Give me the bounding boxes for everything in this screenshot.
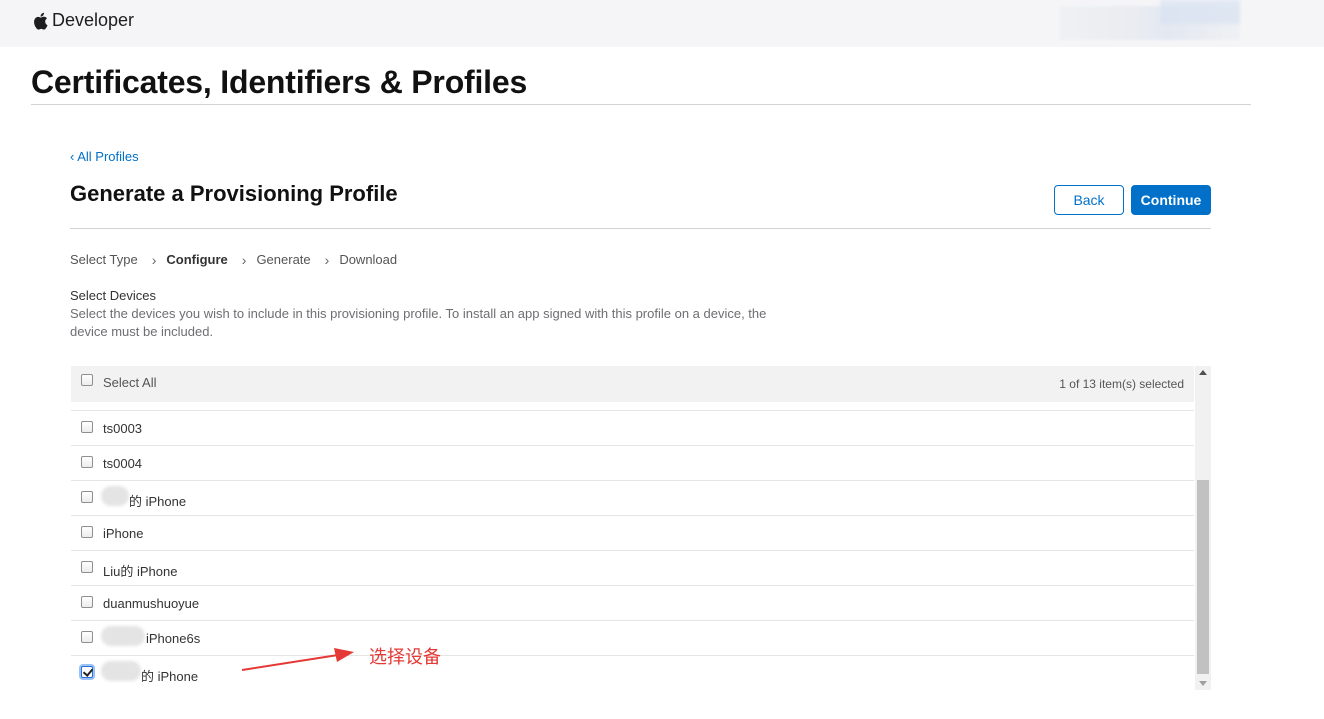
device-list-scrollbar[interactable]: [1195, 366, 1211, 690]
step-select-type: Select Type: [70, 251, 138, 267]
account-avatar[interactable]: [1160, 0, 1240, 24]
section-title: Generate a Provisioning Profile: [70, 181, 398, 206]
annotation-arrow-icon: [241, 648, 354, 671]
scroll-thumb[interactable]: [1197, 480, 1209, 674]
device-checkbox[interactable]: [81, 456, 93, 468]
brand-label: Developer: [52, 10, 135, 30]
device-checkbox[interactable]: [81, 491, 93, 503]
device-list-header: Select All 1 of 13 item(s) selected: [71, 366, 1194, 402]
device-row[interactable]: duanmushuoyue: [71, 586, 1194, 621]
select-all-label[interactable]: Select All: [103, 375, 156, 390]
device-name: ts0003: [103, 421, 143, 436]
global-nav: Developer: [0, 0, 1324, 47]
select-all-checkbox[interactable]: [81, 374, 93, 386]
device-name: ts0004: [103, 456, 143, 471]
back-button[interactable]: Back: [1054, 185, 1124, 215]
device-name: 的 iPhone: [141, 669, 199, 684]
step-configure: Configure: [166, 251, 228, 267]
device-name: iPhone: [103, 526, 144, 541]
device-row[interactable]: 的 iPhone: [71, 481, 1194, 516]
device-row[interactable]: ts0004: [71, 446, 1194, 481]
device-row[interactable]: Liu的 iPhone: [71, 551, 1194, 586]
redacted-text: [101, 626, 145, 646]
scroll-down-arrow-icon[interactable]: [1199, 681, 1207, 686]
device-checkbox-checked[interactable]: [81, 666, 93, 678]
annotation-label: 选择设备: [369, 647, 441, 668]
device-row[interactable]: iPhone: [71, 516, 1194, 551]
continue-button[interactable]: Continue: [1131, 185, 1211, 215]
redacted-text: [101, 486, 129, 506]
devices-heading: Select Devices: [70, 288, 156, 303]
device-checkbox[interactable]: [81, 596, 93, 608]
divider: [70, 228, 1211, 229]
progress-steps: Select Type › Configure › Generate › Dow…: [70, 251, 398, 269]
device-row[interactable]: ts0003: [71, 411, 1194, 446]
device-checkbox[interactable]: [81, 561, 93, 573]
device-name: iPhone6s: [146, 631, 201, 646]
device-checkbox[interactable]: [81, 526, 93, 538]
apple-logo-icon: [34, 12, 48, 30]
page-title: Certificates, Identifiers & Profiles: [31, 64, 528, 100]
device-name: duanmushuoyue: [103, 596, 200, 611]
divider: [31, 104, 1251, 105]
chevron-right-icon: ›: [151, 252, 157, 268]
chevron-right-icon: ›: [241, 252, 247, 268]
developer-brand-link[interactable]: Developer: [32, 10, 134, 31]
step-generate: Generate: [256, 251, 311, 267]
device-checkbox[interactable]: [81, 421, 93, 433]
device-name: 的 iPhone: [129, 494, 187, 509]
device-checkbox[interactable]: [81, 631, 93, 643]
all-profiles-link[interactable]: ‹ All Profiles: [70, 149, 139, 164]
selected-count: 1 of 13 item(s) selected: [1059, 377, 1184, 391]
step-download: Download: [339, 251, 398, 267]
chevron-right-icon: ›: [324, 252, 330, 268]
redacted-text: [101, 661, 141, 681]
devices-description: Select the devices you wish to include i…: [70, 306, 767, 339]
device-name: Liu的 iPhone: [103, 564, 178, 579]
scroll-up-arrow-icon[interactable]: [1199, 370, 1207, 375]
